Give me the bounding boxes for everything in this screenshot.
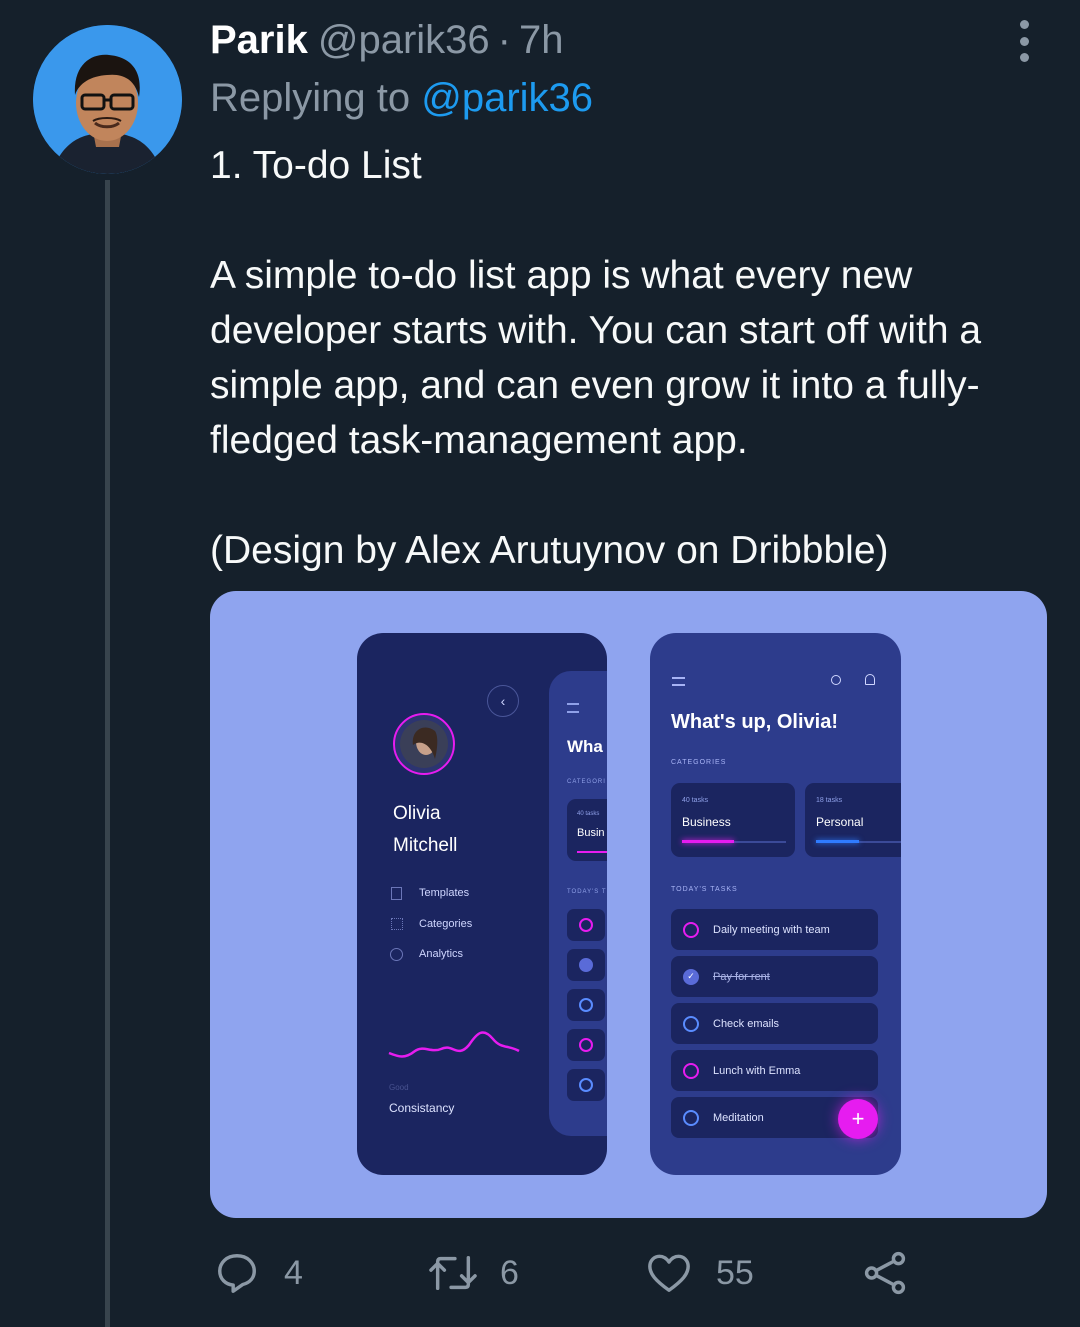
menu-item-analytics: Analytics — [419, 948, 464, 960]
peek-task — [567, 949, 605, 981]
grid-icon — [391, 918, 403, 930]
peek-task — [567, 989, 605, 1021]
tweet-paragraph: (Design by Alex Arutuynov on Dribbble) — [210, 529, 889, 572]
peek-menu-icon — [567, 703, 579, 713]
replying-to-handle[interactable]: @parik36 — [421, 76, 593, 120]
task-label: Daily meeting with team — [713, 923, 830, 936]
right-phone-mockup: What's up, Olivia! CATEGORIES 40 tasks B… — [650, 633, 901, 1175]
peek-task — [567, 909, 605, 941]
like-count: 55 — [716, 1253, 754, 1292]
peek-card-name: Busin — [577, 827, 605, 839]
task-label: Check emails — [713, 1017, 780, 1030]
reply-count: 4 — [284, 1253, 303, 1292]
stat-caption: Good — [389, 1083, 409, 1092]
peek-screen: Wha CATEGORI 40 tasks Busin TODAY'S T — [549, 671, 607, 1136]
separator-dot: · — [497, 18, 511, 62]
task-label: Meditation — [713, 1111, 764, 1124]
consistency-sparkline — [388, 1031, 520, 1058]
reply-action[interactable]: 4 — [214, 1248, 303, 1298]
back-chevron-icon: ‹ — [487, 685, 519, 717]
task-item[interactable]: Check emails — [671, 1003, 878, 1044]
category-card-personal: 18 tasks Personal — [805, 783, 901, 857]
category-count: 40 tasks — [682, 797, 709, 804]
task-item[interactable]: Lunch with Emma — [671, 1050, 878, 1091]
peek-today: TODAY'S T — [567, 889, 607, 895]
retweet-count: 6 — [500, 1253, 519, 1292]
dot — [1019, 20, 1029, 29]
retweet-icon — [429, 1255, 477, 1291]
profile-photo — [400, 720, 448, 768]
category-progress-fill — [816, 840, 859, 843]
peek-category-card: 40 tasks Busin — [567, 799, 607, 861]
peek-card-count: 40 tasks — [577, 811, 600, 817]
tweet-paragraph: 1. To-do List — [210, 144, 422, 187]
avatar-portrait — [33, 25, 182, 174]
category-card-business: 40 tasks Business — [671, 783, 795, 857]
categories-heading: CATEGORIES — [671, 759, 727, 766]
task-item[interactable]: Daily meeting with team — [671, 909, 878, 950]
author-handle[interactable]: @parik36 — [318, 18, 490, 63]
peek-title: Wha — [567, 737, 603, 756]
task-checkbox[interactable] — [683, 1015, 699, 1032]
task-checkbox[interactable]: ✓ — [683, 968, 699, 985]
heart-icon — [648, 1254, 690, 1292]
author-name[interactable]: Parik — [210, 18, 308, 63]
tweet-text: 1. To-do List A simple to-do list app is… — [210, 138, 1060, 578]
profile-avatar — [393, 713, 455, 775]
bell-icon — [865, 674, 875, 685]
task-label: Pay for rent — [713, 970, 770, 983]
stat-label: Consistancy — [389, 1101, 455, 1115]
menu-item-templates: Templates — [419, 887, 470, 899]
peek-task — [567, 1029, 605, 1061]
task-checkbox[interactable] — [683, 1109, 699, 1126]
profile-last-name: Mitchell — [393, 835, 458, 856]
menu-icon — [672, 677, 685, 686]
category-name: Personal — [816, 815, 864, 829]
peek-card-progress — [577, 851, 607, 853]
author-avatar[interactable] — [33, 25, 182, 174]
left-phone-mockup: Wha CATEGORI 40 tasks Busin TODAY'S T ‹ … — [357, 633, 607, 1175]
tweet-header: Parik @parik36 · 7h — [210, 18, 563, 68]
today-heading: TODAY'S TASKS — [671, 886, 738, 893]
tweet-paragraph: A simple to-do list app is what every ne… — [210, 254, 982, 462]
profile-first-name: Olivia — [393, 803, 441, 824]
search-icon — [831, 675, 841, 685]
peek-categories: CATEGORI — [567, 779, 606, 785]
thread-line — [105, 180, 110, 1327]
add-task-button[interactable]: + — [838, 1099, 878, 1139]
replying-to-label: Replying to — [210, 76, 411, 120]
menu-item-categories: Categories — [419, 918, 473, 930]
category-count: 18 tasks — [816, 797, 843, 804]
pie-chart-icon — [390, 948, 403, 961]
task-checkbox[interactable] — [683, 1062, 699, 1079]
category-name: Business — [682, 815, 731, 829]
like-action[interactable]: 55 — [646, 1248, 754, 1298]
greeting-title: What's up, Olivia! — [671, 711, 838, 733]
dot — [1019, 53, 1029, 62]
category-progress-fill — [682, 840, 734, 843]
reply-icon — [218, 1254, 256, 1293]
task-checkbox[interactable] — [683, 921, 699, 938]
dot — [1019, 36, 1029, 46]
share-icon — [864, 1251, 906, 1295]
retweet-action[interactable]: 6 — [428, 1248, 519, 1298]
share-action[interactable] — [862, 1248, 908, 1298]
tweet-media-image[interactable]: Wha CATEGORI 40 tasks Busin TODAY'S T ‹ … — [210, 591, 1047, 1218]
tweet-timestamp[interactable]: 7h — [519, 18, 564, 63]
task-label: Lunch with Emma — [713, 1064, 801, 1077]
peek-task — [567, 1069, 605, 1101]
task-item[interactable]: ✓ Pay for rent — [671, 956, 878, 997]
replying-to: Replying to @parik36 — [210, 76, 593, 121]
bookmark-icon — [391, 887, 402, 900]
more-options-icon[interactable] — [1008, 20, 1040, 62]
